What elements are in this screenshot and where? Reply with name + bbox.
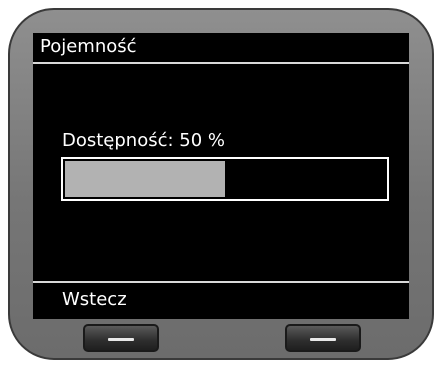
availability-progress-bar [61, 157, 389, 201]
availability-label: Dostępność: 50 % [62, 130, 226, 151]
left-softkey-button[interactable] [83, 324, 159, 352]
availability-progress-fill [65, 161, 225, 197]
softkey-dash-icon [310, 338, 336, 341]
title-divider [33, 62, 409, 64]
right-softkey-button[interactable] [285, 324, 361, 352]
softkey-dash-icon [108, 338, 134, 341]
softkey-divider [33, 281, 409, 283]
softkey-label-back[interactable]: Wstecz [62, 288, 127, 312]
display-screen: Pojemność Dostępność: 50 % Wstecz [33, 33, 409, 319]
screen-title: Pojemność [40, 36, 137, 57]
